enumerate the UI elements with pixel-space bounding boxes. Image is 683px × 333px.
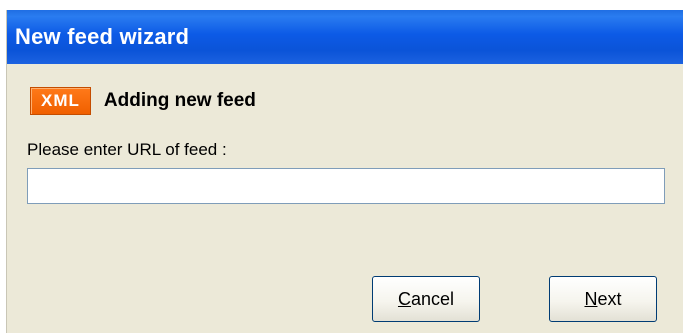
title-bar[interactable]: New feed wizard <box>7 10 683 64</box>
cancel-mnemonic: C <box>397 289 411 309</box>
xml-feed-icon: XML <box>30 87 91 115</box>
next-label: ext <box>597 289 622 309</box>
wizard-heading: Adding new feed <box>103 90 256 111</box>
cancel-label: ancel <box>410 289 455 309</box>
url-prompt-label: Please enter URL of feed : <box>27 140 227 159</box>
wizard-header: XML Adding new feed <box>30 85 256 117</box>
feed-url-input[interactable] <box>27 168 665 204</box>
next-mnemonic: N <box>584 289 598 309</box>
window-title: New feed wizard <box>15 24 190 49</box>
next-button[interactable]: Next <box>549 276 657 322</box>
cancel-button[interactable]: Cancel <box>372 276 480 322</box>
wizard-dialog: New feed wizard XML Adding new feed Plea… <box>6 10 683 333</box>
